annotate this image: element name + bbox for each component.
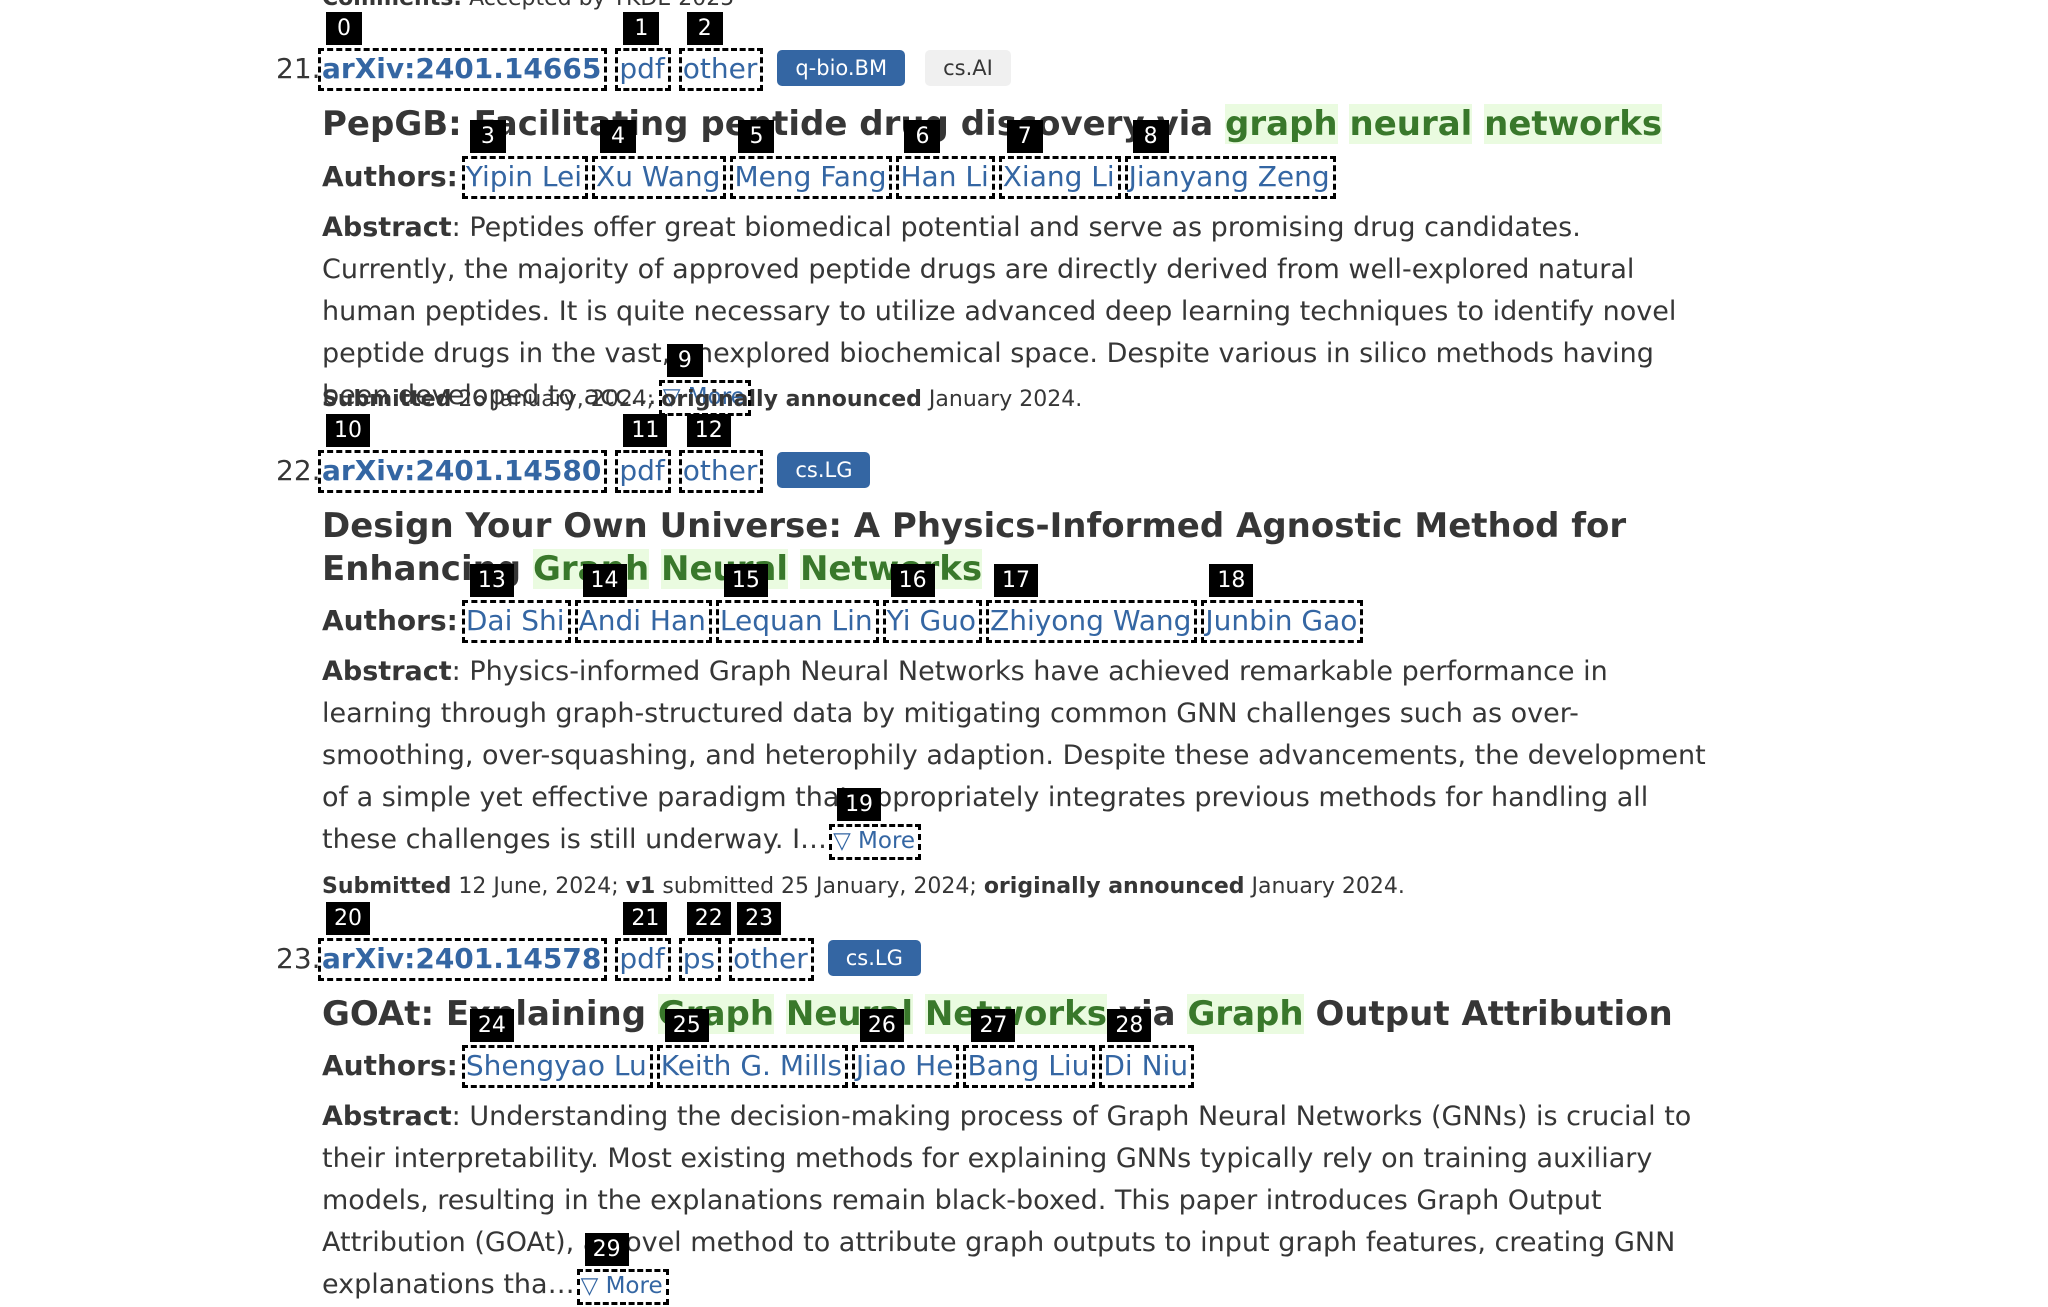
- author-link[interactable]: Meng Fang: [734, 160, 886, 193]
- authors-line: Authors: Yipin Lei Xu Wang Meng Fang Han…: [322, 160, 1344, 193]
- category-tag-secondary: cs.AI: [925, 50, 1011, 86]
- author-link[interactable]: Lequan Lin: [720, 604, 873, 637]
- author-link[interactable]: Han Li: [900, 160, 988, 193]
- author-link[interactable]: Bang Liu: [967, 1049, 1089, 1082]
- authors-label: Authors:: [322, 1049, 458, 1082]
- arxiv-id-link[interactable]: arXiv:2401.14665: [322, 52, 601, 85]
- annotation-badge: 18: [1209, 564, 1254, 597]
- annotation-badge: 12: [686, 413, 731, 447]
- category-tag-primary: q-bio.BM: [777, 50, 906, 86]
- annotation-badge: 19: [837, 788, 882, 821]
- author-link[interactable]: Keith G. Mills: [661, 1049, 842, 1082]
- annotation-badge: 28: [1107, 1009, 1152, 1042]
- annotation-badge: 29: [584, 1233, 629, 1266]
- annotation-badge: 15: [723, 564, 768, 597]
- pdf-link[interactable]: pdf: [619, 942, 664, 975]
- arxiv-id-link[interactable]: arXiv:2401.14580: [322, 454, 601, 487]
- annotation-badge: 25: [664, 1009, 709, 1042]
- submitted-line: Submitted 26 January, 2024; originally a…: [322, 387, 1083, 412]
- other-link[interactable]: other: [683, 52, 758, 85]
- annotation-badge: 0: [326, 11, 362, 45]
- annotation-badge: 3: [469, 120, 506, 153]
- annotation-badge: 8: [1132, 120, 1169, 153]
- annotation-badge: 14: [582, 564, 627, 597]
- more-link[interactable]: ▽ More: [581, 1273, 663, 1299]
- result-title: GOAt: Explaining Graph Neural Networks v…: [322, 994, 1673, 1034]
- search-results-page: Comments: Accepted by TKDE 2025 21. arXi…: [0, 0, 2048, 1305]
- author-link[interactable]: Yipin Lei: [466, 160, 582, 193]
- arxiv-id-link[interactable]: arXiv:2401.14578: [322, 942, 601, 975]
- annotation-badge: 13: [469, 564, 514, 597]
- abstract: Abstract: Understanding the decision-mak…: [322, 1101, 1692, 1300]
- more-link[interactable]: ▽ More: [833, 828, 915, 854]
- pdf-link[interactable]: pdf: [619, 454, 664, 487]
- result-number: 21.: [276, 52, 321, 85]
- previous-comments-line: Comments: Accepted by TKDE 2025: [322, 0, 734, 11]
- annotation-badge: 1: [623, 11, 660, 45]
- annotation-badge: 2: [686, 11, 723, 45]
- annotation-badge: 21: [623, 901, 668, 935]
- author-link[interactable]: Shengyao Lu: [466, 1049, 647, 1082]
- author-link[interactable]: Xu Wang: [596, 160, 720, 193]
- other-link[interactable]: other: [733, 942, 808, 975]
- author-link[interactable]: Jianyang Zeng: [1129, 160, 1330, 193]
- annotation-badge: 10: [326, 413, 370, 447]
- pdf-link[interactable]: pdf: [619, 52, 664, 85]
- author-link[interactable]: Jiao He: [856, 1049, 954, 1082]
- result-number: 23.: [276, 942, 321, 975]
- submitted-line: Submitted 12 June, 2024; v1 submitted 25…: [322, 874, 1405, 899]
- annotation-badge: 6: [904, 120, 941, 153]
- author-link[interactable]: Junbin Gao: [1205, 604, 1357, 637]
- result-number: 22.: [276, 454, 321, 487]
- author-link[interactable]: Zhiyong Wang: [990, 604, 1191, 637]
- annotation-badge: 22: [686, 901, 731, 935]
- annotation-badge: 7: [1006, 120, 1043, 153]
- ps-link[interactable]: ps: [683, 942, 715, 975]
- annotation-badge: 17: [994, 564, 1039, 597]
- annotation-badge: 11: [623, 413, 668, 447]
- annotation-badge: 16: [890, 564, 935, 597]
- author-link[interactable]: Andi Han: [579, 604, 706, 637]
- category-tag-primary: cs.LG: [777, 452, 871, 488]
- annotation-badge: 5: [738, 120, 775, 153]
- annotation-badge: 9: [666, 344, 703, 377]
- annotation-badge: 27: [971, 1009, 1016, 1042]
- annotation-badge: 4: [600, 120, 637, 153]
- other-link[interactable]: other: [683, 454, 758, 487]
- result-links-row: arXiv:2401.14665 pdf other q-bio.BM cs.A…: [322, 50, 1011, 86]
- author-link[interactable]: Di Niu: [1103, 1049, 1188, 1082]
- authors-label: Authors:: [322, 160, 458, 193]
- authors-label: Authors:: [322, 604, 458, 637]
- category-tag-primary: cs.LG: [827, 940, 921, 976]
- annotation-badge: 23: [737, 901, 782, 935]
- abstract: Abstract: Physics-informed Graph Neural …: [322, 656, 1706, 855]
- author-link[interactable]: Yi Guo: [887, 604, 976, 637]
- author-link[interactable]: Xiang Li: [1003, 160, 1115, 193]
- annotation-badge: 24: [469, 1009, 514, 1042]
- annotation-badge: 20: [326, 901, 370, 935]
- annotation-badge: 26: [859, 1009, 904, 1042]
- authors-line: Authors: Shengyao Lu Keith G. Mills Jiao…: [322, 1049, 1202, 1082]
- result-links-row: arXiv:2401.14578 pdf ps other cs.LG: [322, 940, 921, 976]
- author-link[interactable]: Dai Shi: [466, 604, 565, 637]
- authors-line: Authors: Dai Shi Andi Han Lequan Lin Yi …: [322, 604, 1371, 637]
- result-links-row: arXiv:2401.14580 pdf other cs.LG: [322, 452, 871, 488]
